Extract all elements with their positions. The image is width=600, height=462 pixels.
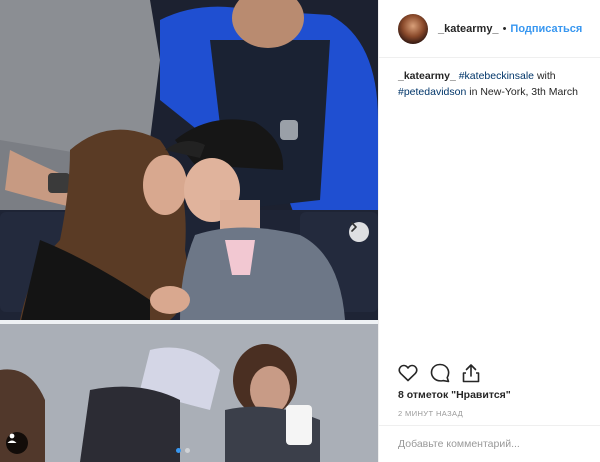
- carousel-indicator: [176, 448, 190, 453]
- post-header: _katearmy_ • Подписаться: [379, 0, 600, 58]
- photo-scene: [0, 0, 378, 462]
- header-username[interactable]: _katearmy_: [438, 23, 499, 35]
- caption-text: in New-York, 3th March: [469, 86, 578, 98]
- post-timestamp[interactable]: 2 МИНУТ НАЗАД: [398, 409, 463, 418]
- carousel-dot: [185, 448, 190, 453]
- comment-form: [379, 425, 600, 462]
- carousel-dot-active: [176, 448, 181, 453]
- follow-button[interactable]: Подписаться: [510, 23, 582, 35]
- share-icon[interactable]: [462, 363, 480, 383]
- likes-count[interactable]: 8 отметок "Нравится": [398, 389, 511, 401]
- caption-username[interactable]: _katearmy_: [398, 70, 456, 82]
- tagged-users-button[interactable]: [6, 432, 28, 454]
- hashtag-link[interactable]: #petedavidson: [398, 86, 466, 98]
- chevron-right-icon: [351, 222, 357, 232]
- separator-dot: •: [502, 22, 507, 35]
- caption-text: with: [536, 70, 556, 82]
- heart-icon[interactable]: [398, 364, 418, 382]
- post-photo[interactable]: [0, 0, 378, 462]
- post-sidebar: _katearmy_ • Подписаться _katearmy_ #kat…: [378, 0, 600, 462]
- user-icon: [7, 433, 17, 443]
- avatar[interactable]: [398, 13, 428, 44]
- carousel-next-button[interactable]: [349, 222, 369, 242]
- hashtag-link[interactable]: #katebeckinsale: [459, 70, 534, 82]
- post-caption: _katearmy_ #katebeckinsale with #petedav…: [379, 58, 600, 100]
- action-bar: [398, 363, 480, 383]
- comment-bubble-icon[interactable]: [430, 363, 450, 383]
- comment-input[interactable]: [398, 438, 582, 450]
